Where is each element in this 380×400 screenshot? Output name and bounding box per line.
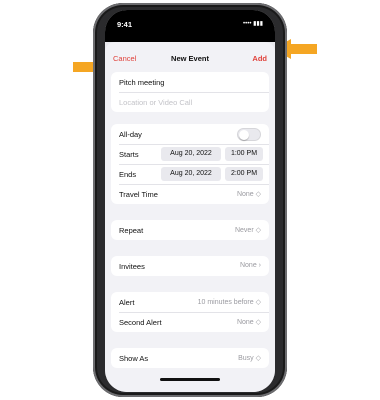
title-location-group: Pitch meeting Location or Video Call: [111, 72, 269, 112]
invitees-label: Invitees: [119, 262, 145, 271]
toggle-knob: [239, 130, 249, 140]
new-event-sheet: Cancel New Event Add Pitch meeting Locat…: [105, 42, 275, 392]
nav-bar: Cancel New Event Add: [105, 42, 275, 70]
repeat-group: Repeat Never ◇: [111, 220, 269, 240]
time-group: All-day Starts Aug 20, 2022 1:00 PM Ends…: [111, 124, 269, 204]
show-as-value: Busy ◇: [238, 355, 261, 362]
starts-row: Starts Aug 20, 2022 1:00 PM: [111, 144, 269, 164]
allday-row[interactable]: All-day: [111, 124, 269, 144]
starts-label: Starts: [119, 150, 139, 159]
second-alert-label: Second Alert: [119, 318, 162, 327]
repeat-label: Repeat: [119, 226, 144, 235]
status-icons: •••• ▮▮▮: [243, 21, 263, 27]
allday-label: All-day: [119, 130, 142, 139]
show-as-group: Show As Busy ◇: [111, 348, 269, 368]
ends-row: Ends Aug 20, 2022 2:00 PM: [111, 164, 269, 184]
show-as-label: Show As: [119, 354, 149, 363]
location-field[interactable]: Location or Video Call: [111, 92, 269, 112]
invitees-group: Invitees None ›: [111, 256, 269, 276]
alert-value: 10 minutes before ◇: [197, 299, 261, 306]
second-alert-row[interactable]: Second Alert None ◇: [111, 312, 269, 332]
invitees-value: None ›: [239, 262, 261, 269]
invitees-row[interactable]: Invitees None ›: [111, 256, 269, 276]
repeat-row[interactable]: Repeat Never ◇: [111, 220, 269, 240]
alerts-group: Alert 10 minutes before ◇ Second Alert N…: [111, 292, 269, 332]
travel-time-row[interactable]: Travel Time None ◇: [111, 184, 269, 204]
starts-date-button[interactable]: Aug 20, 2022: [161, 147, 221, 161]
title-field[interactable]: Pitch meeting: [111, 72, 269, 92]
travel-time-value: None ◇: [236, 191, 261, 198]
notch: [151, 10, 229, 28]
status-time: 9:41: [117, 20, 133, 29]
ends-time-button[interactable]: 2:00 PM: [225, 167, 263, 181]
add-button[interactable]: Add: [252, 54, 267, 63]
ends-date-button[interactable]: Aug 20, 2022: [161, 167, 221, 181]
title-value: Pitch meeting: [119, 78, 165, 87]
show-as-row[interactable]: Show As Busy ◇: [111, 348, 269, 368]
travel-time-label: Travel Time: [119, 190, 158, 199]
phone-screen: 9:41 •••• ▮▮▮ Cancel New Event Add Pitch…: [105, 10, 275, 392]
home-indicator[interactable]: [160, 378, 220, 381]
allday-toggle[interactable]: [237, 128, 261, 141]
alert-label: Alert: [119, 298, 135, 307]
repeat-value: Never ◇: [234, 227, 261, 234]
location-placeholder: Location or Video Call: [119, 98, 193, 107]
starts-time-button[interactable]: 1:00 PM: [225, 147, 263, 161]
alert-row[interactable]: Alert 10 minutes before ◇: [111, 292, 269, 312]
page-title: New Event: [171, 54, 209, 63]
ends-label: Ends: [119, 170, 137, 179]
second-alert-value: None ◇: [236, 319, 261, 326]
